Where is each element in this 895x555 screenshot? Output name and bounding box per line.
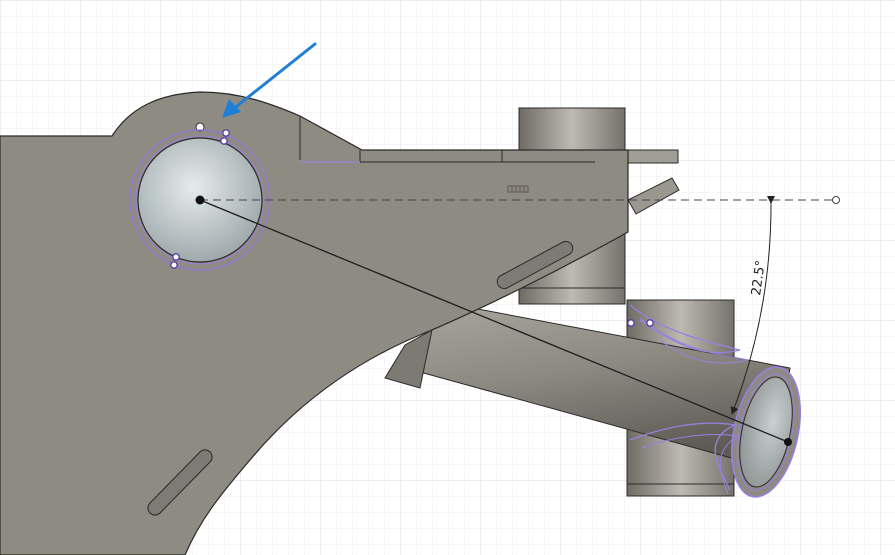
constraint-point[interactable]	[222, 129, 230, 137]
constraint-point[interactable]	[170, 261, 178, 269]
cad-canvas[interactable]: 22.5°	[0, 0, 895, 555]
cad-viewport[interactable]: 22.5°	[0, 0, 895, 555]
pivot-center-point[interactable]	[195, 195, 205, 205]
constraint-point[interactable]	[646, 319, 654, 327]
constraint-point[interactable]	[627, 319, 635, 327]
constraint-point[interactable]	[172, 253, 180, 261]
constraint-point[interactable]	[220, 137, 228, 145]
line-end-point[interactable]	[784, 438, 792, 446]
